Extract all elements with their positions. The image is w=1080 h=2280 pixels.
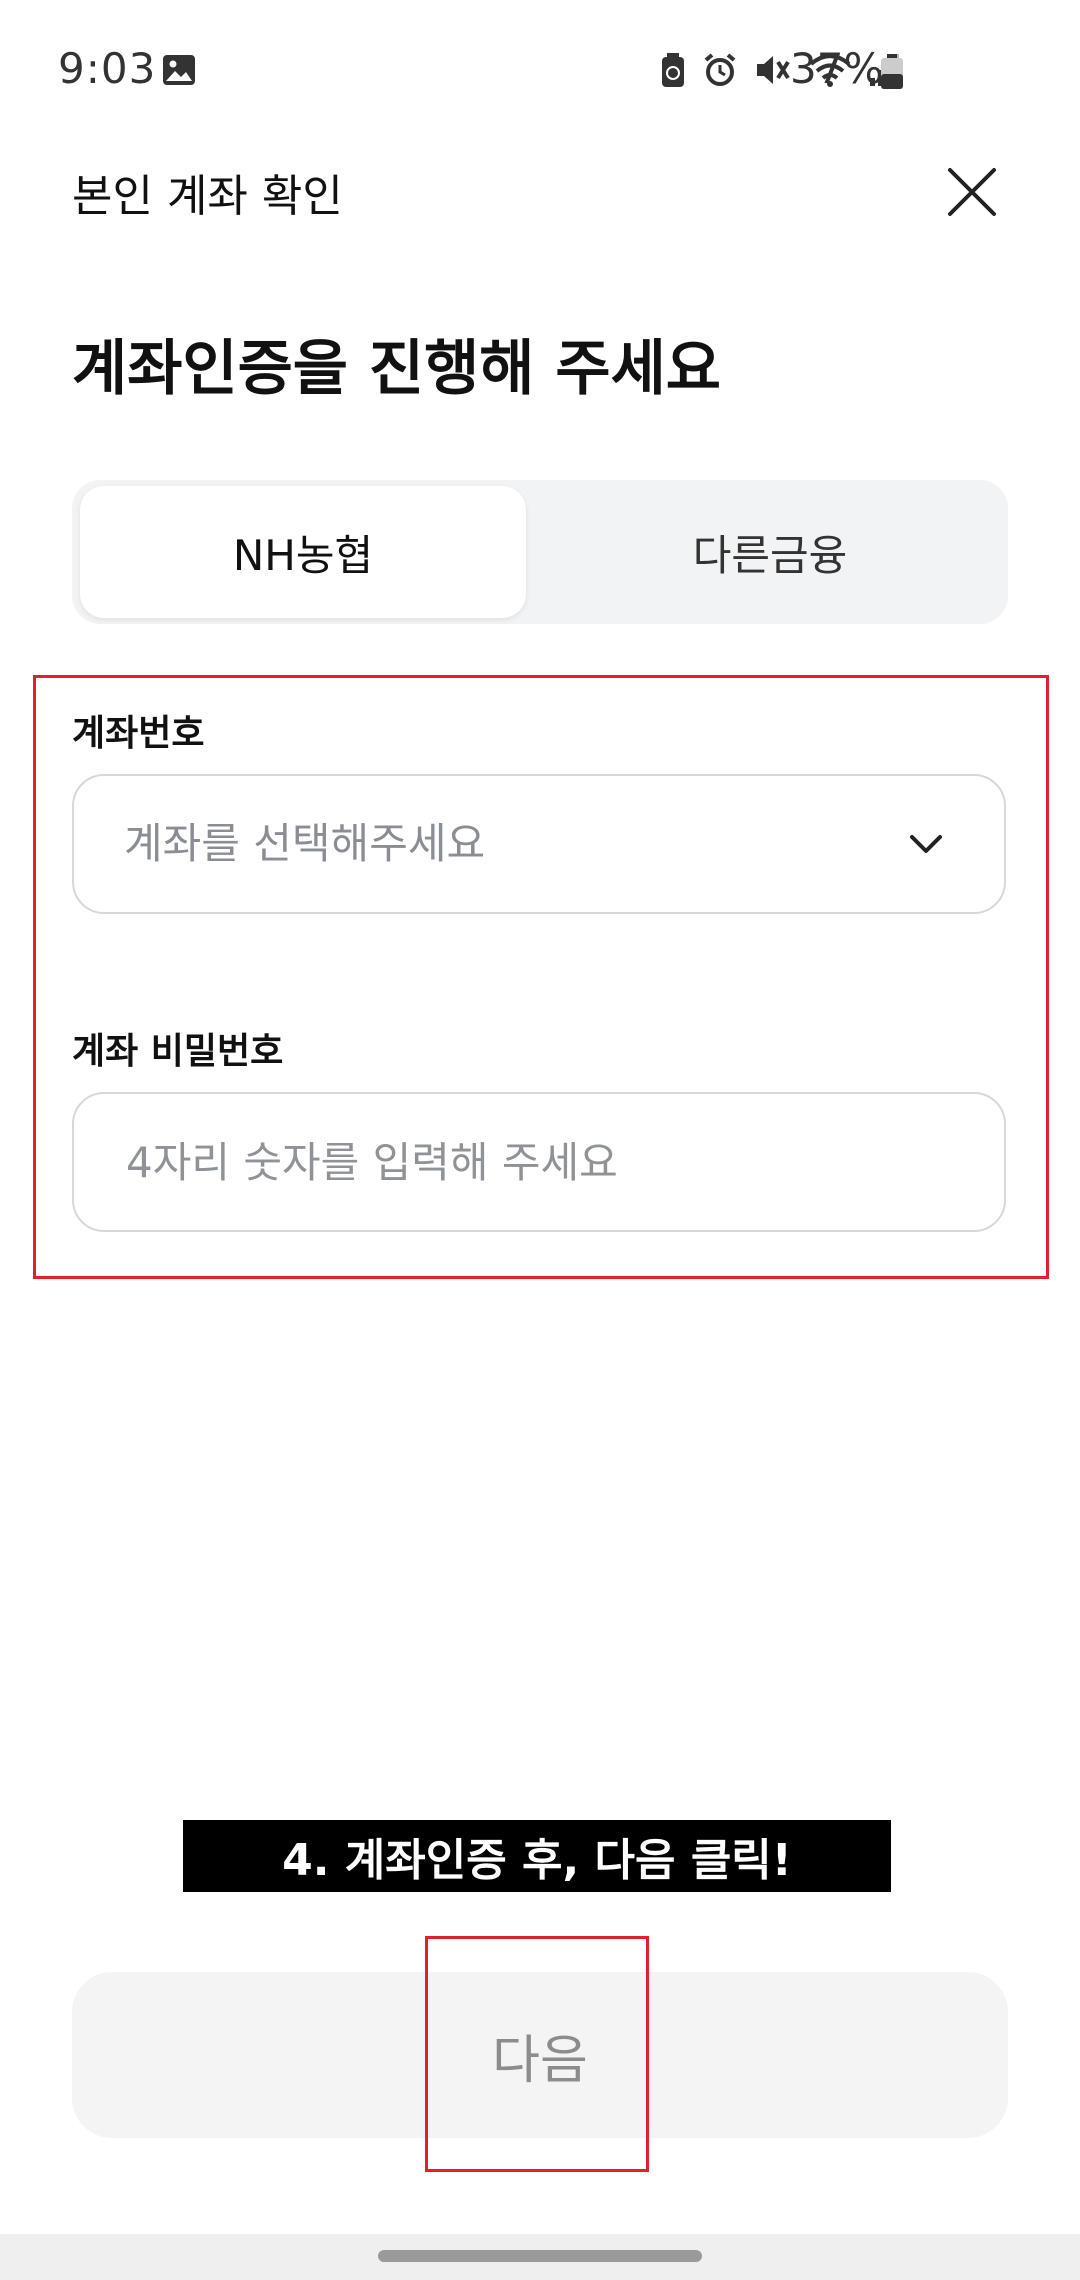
page-title: 계좌인증을 진행해 주세요 xyxy=(72,334,721,404)
home-indicator[interactable] xyxy=(378,2250,702,2262)
battery-percent: 37% xyxy=(790,44,884,93)
account-select[interactable]: 계좌를 선택해주세요 xyxy=(72,774,1006,914)
account-number-label: 계좌번호 xyxy=(72,713,205,754)
next-button-highlight-box xyxy=(425,1936,649,2172)
account-password-label: 계좌 비밀번호 xyxy=(72,1031,284,1072)
gallery-icon xyxy=(163,55,195,85)
battery-saver-icon xyxy=(662,53,684,87)
status-bar: 9:03 37% xyxy=(0,0,1080,140)
close-icon xyxy=(948,168,996,216)
header-title: 본인 계좌 확인 xyxy=(72,171,343,222)
status-time: 9:03 xyxy=(58,44,157,93)
chevron-down-icon xyxy=(910,835,942,853)
battery-icon xyxy=(881,54,903,89)
mute-icon xyxy=(757,56,790,84)
tab-other-finance[interactable]: 다른금융 xyxy=(540,486,1000,618)
account-password-input[interactable] xyxy=(124,1094,888,1232)
account-password-field xyxy=(72,1092,1006,1232)
alarm-icon xyxy=(704,53,736,86)
account-select-placeholder: 계좌를 선택해주세요 xyxy=(124,819,486,868)
caption-banner: 4. 계좌인증 후, 다음 클릭! xyxy=(183,1820,891,1892)
institution-tabs: NH농협 다른금융 xyxy=(72,480,1008,624)
close-button[interactable] xyxy=(938,158,1006,226)
tab-nh[interactable]: NH농협 xyxy=(80,486,526,618)
